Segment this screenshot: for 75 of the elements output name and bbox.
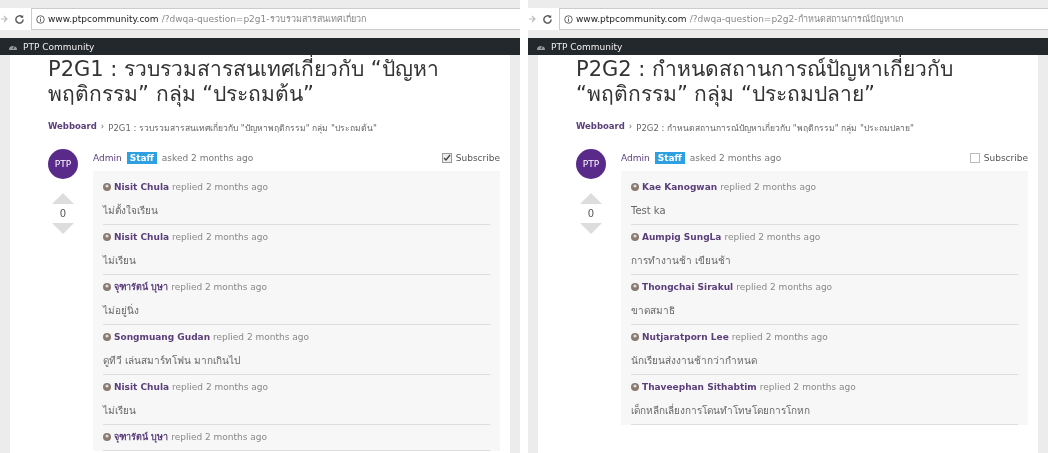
reply-time: replied 2 months ago [736, 282, 833, 292]
info-icon[interactable] [36, 14, 45, 24]
site-logo-avatar: PTP [576, 149, 606, 179]
reply-text: ดูทีวี เล่นสมาร์ทโฟน มากเกินไป [103, 354, 242, 368]
site-name[interactable]: PTP Community [551, 41, 623, 52]
reply-text: ขาดสมาธิ [631, 304, 676, 318]
breadcrumb-separator: › [628, 121, 633, 133]
reply-time: replied 2 months ago [172, 232, 269, 242]
user-avatar-icon [631, 233, 639, 241]
reply-author[interactable]: Kae Kanogwan [642, 182, 718, 192]
subscribe-checkbox[interactable]: Subscribe [969, 153, 1028, 163]
reply-time: replied 2 months ago [731, 332, 828, 342]
reply-author[interactable]: Nisit Chula [114, 382, 170, 392]
user-avatar-icon [103, 183, 111, 191]
reply-author[interactable]: Nisit Chula [114, 182, 170, 192]
breadcrumb-link[interactable]: Webboard [48, 121, 97, 135]
staff-badge: Staff [126, 152, 157, 164]
reply-time: replied 2 months ago [720, 182, 817, 192]
user-avatar-icon [631, 333, 639, 341]
user-avatar-icon [631, 183, 639, 191]
asked-time: asked 2 months ago [689, 153, 782, 163]
breadcrumb-link[interactable]: Webboard [576, 121, 625, 135]
reply-author[interactable]: Thongchai Sirakul [642, 282, 734, 292]
reply-time: replied 2 months ago [171, 282, 268, 292]
site-logo-avatar: PTP [48, 149, 78, 179]
reply-text: ไม่เรียน [103, 254, 137, 268]
reply-author[interactable]: Nisit Chula [114, 232, 170, 242]
reply-text: นักเรียนส่งงานช้ากว่ากำหนด [631, 354, 758, 368]
subscribe-checkbox[interactable]: Subscribe [441, 153, 500, 163]
reply-author[interactable]: Nutjaratporn Lee [642, 332, 729, 342]
reply-text: เด็กหลีกเลี่ยงการโดนทำโทษโดยการโกหก [631, 404, 811, 418]
reply-author[interactable]: Songmuang Gudan [114, 332, 211, 342]
reply-text: Test ka [631, 204, 667, 218]
reply-text: ไม่ตั้งใจเรียน [103, 204, 159, 218]
vote-count: 0 [59, 208, 67, 219]
user-avatar-icon [631, 383, 639, 391]
reply-author[interactable]: จุฑารัตน์ บุษา [114, 430, 169, 444]
user-avatar-icon [631, 283, 639, 291]
reload-icon[interactable] [14, 13, 25, 25]
breadcrumb-current: P2G1 : รวบรวมสารสนเทศเกี่ยวกับ "ปัญหาพฤติกรรม" กลุ่ม "ประถมต้น" [108, 121, 377, 135]
asked-time: asked 2 months ago [161, 153, 254, 163]
url-path: /?dwqa-question=p2g2-กำหนดสถานการณ์ปัญหาเก [689, 13, 903, 26]
user-avatar-icon [103, 233, 111, 241]
staff-badge: Staff [654, 152, 685, 164]
user-avatar-icon [103, 383, 111, 391]
breadcrumb-current: P2G2 : กำหนดสถานการณ์ปัญหาเกี่ยวกับ "พฤติกรรม" กลุ่ม "ประถมปลาย" [636, 121, 914, 135]
address-bar[interactable]: www.ptpcommunity.com /?dwqa-question=p2g2-กำหนดสถานการณ์ปัญหาเก [559, 8, 1048, 30]
reply-author[interactable]: Aumpig SungLa [642, 232, 722, 242]
url-host: www.ptpcommunity.com [48, 14, 159, 24]
reply-time: replied 2 months ago [759, 382, 856, 392]
author-name[interactable]: Admin [93, 153, 122, 163]
url-path: /?dwqa-question=p2g1-รวบรวมสารสนเทศเกี่ยวก [161, 12, 366, 26]
vote-count: 0 [587, 208, 595, 219]
reply-text: ไม่เรียน [103, 404, 137, 418]
url-host: www.ptpcommunity.com [576, 14, 687, 24]
breadcrumb-separator: › [100, 121, 105, 133]
user-avatar-icon [103, 433, 111, 441]
site-name[interactable]: PTP Community [23, 41, 95, 52]
reply-text: การทำงานช้า เขียนช้า [631, 254, 733, 268]
reply-text: ไม่อยู่นิ่ง [103, 304, 140, 318]
reply-time: replied 2 months ago [724, 232, 821, 242]
reload-icon[interactable] [542, 13, 553, 25]
checkbox-icon[interactable] [441, 153, 452, 163]
reply-time: replied 2 months ago [213, 332, 310, 342]
user-avatar-icon [103, 283, 111, 291]
reply-author[interactable]: Thaveephan Sithabtim [642, 382, 757, 392]
info-icon[interactable] [564, 14, 573, 24]
author-name[interactable]: Admin [621, 153, 650, 163]
reply-time: replied 2 months ago [172, 382, 269, 392]
reply-time: replied 2 months ago [171, 432, 268, 442]
reply-time: replied 2 months ago [172, 182, 269, 192]
user-avatar-icon [103, 333, 111, 341]
address-bar[interactable]: www.ptpcommunity.com /?dwqa-question=p2g1-รวบรวมสารสนเทศเกี่ยวก [31, 8, 520, 30]
checkbox-icon[interactable] [969, 153, 980, 163]
reply-author[interactable]: จุฑารัตน์ บุษา [114, 280, 169, 294]
